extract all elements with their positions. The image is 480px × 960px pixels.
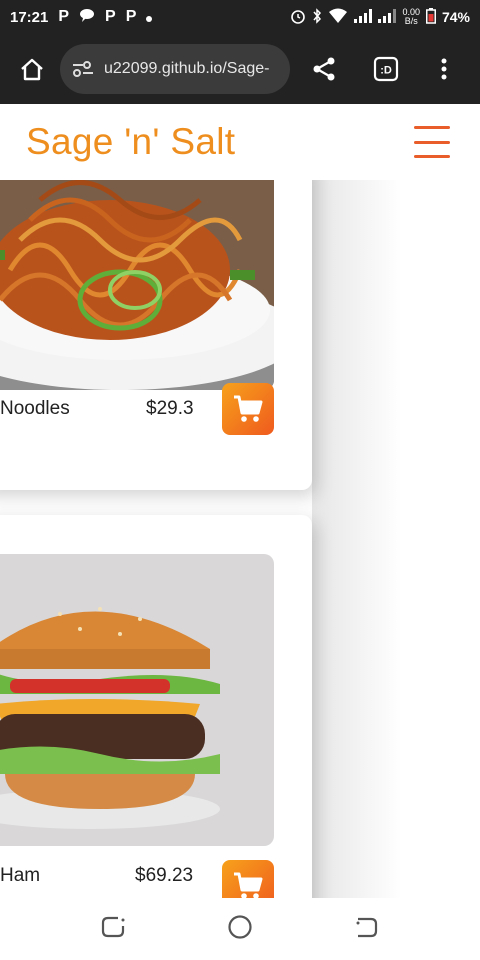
browser-toolbar: u22099.github.io/Sage- :D: [0, 34, 480, 104]
alarm-icon: [290, 8, 306, 27]
status-right: 0.00 B/s 74%: [290, 7, 470, 27]
back-icon: [356, 917, 377, 937]
hamburger-menu-button[interactable]: [414, 126, 450, 158]
shopping-cart-icon: [234, 395, 263, 422]
net-speed: 0.00 B/s: [402, 8, 420, 26]
net-speed-unit: B/s: [404, 16, 418, 26]
hamburger-line: [414, 155, 450, 158]
item-price: $69.23: [135, 865, 194, 886]
tab-label: :D: [380, 65, 392, 77]
hamburger-line: [414, 126, 450, 129]
menu-list: Noodles $29.3 Ham $69.23: [0, 180, 480, 898]
dot-icon: [146, 9, 153, 26]
home-nav-button[interactable]: [227, 914, 253, 945]
tab-switcher-icon: :D: [373, 56, 399, 82]
item-price: $29.3: [146, 398, 194, 419]
menu-card: Ham $69.23: [0, 515, 312, 898]
parking-icon: P: [125, 8, 137, 25]
page-shadow: [312, 180, 402, 898]
status-left: 17:21 P P P: [10, 8, 153, 26]
item-name: Ham: [0, 865, 41, 886]
bluetooth-icon: [312, 7, 322, 27]
parking-icon: P: [58, 8, 70, 25]
battery-icon: [425, 7, 436, 27]
wifi-icon: [328, 8, 348, 27]
battery-level: 74%: [441, 9, 470, 25]
more-vertical-icon: [441, 58, 447, 80]
back-button[interactable]: [354, 914, 380, 945]
tab-switcher-button[interactable]: :D: [366, 49, 406, 89]
home-circle-icon: [228, 914, 252, 939]
shopping-cart-icon: [234, 872, 263, 898]
hamburger-line: [414, 140, 450, 144]
menu-card: Noodles $29.3: [0, 180, 312, 490]
recents-button[interactable]: [100, 914, 126, 945]
home-button[interactable]: [12, 49, 52, 89]
clock: 17:21: [10, 8, 49, 26]
site-header: Sage 'n' Salt: [0, 104, 480, 180]
item-name: Noodles: [0, 398, 70, 419]
share-button[interactable]: [304, 49, 344, 89]
add-to-cart-button[interactable]: [222, 860, 274, 898]
address-bar[interactable]: u22099.github.io/Sage-: [60, 44, 290, 94]
chat-icon: [79, 8, 95, 26]
share-icon: [313, 57, 335, 81]
recents-icon: [102, 916, 125, 937]
burger-photo: [0, 554, 274, 846]
signal-icon: [378, 8, 397, 26]
parking-icon: P: [105, 8, 116, 25]
system-nav-bar: [0, 898, 480, 960]
signal-icon: [354, 8, 373, 26]
url-text[interactable]: u22099.github.io/Sage-: [104, 60, 269, 78]
home-icon: [21, 58, 43, 81]
noodles-photo: [0, 180, 274, 390]
site-settings-icon[interactable]: [72, 60, 94, 78]
add-to-cart-button[interactable]: [222, 383, 274, 435]
status-bar: 17:21 P P P 0.00 B/s 74%: [0, 0, 480, 34]
brand-logo[interactable]: Sage 'n' Salt: [26, 121, 235, 163]
browser-menu-button[interactable]: [424, 49, 464, 89]
